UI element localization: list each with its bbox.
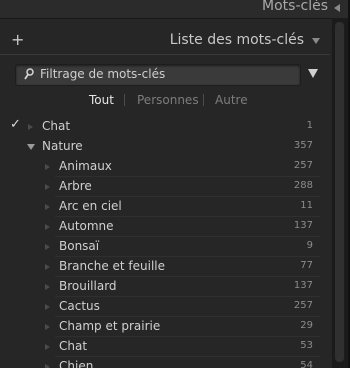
keyword-label: Champ et prairie bbox=[59, 319, 161, 333]
keyword-label: Chien bbox=[59, 359, 94, 368]
disclosure-arrow-icon[interactable] bbox=[45, 224, 50, 230]
keyword-count: 53 bbox=[300, 340, 313, 351]
tab-separator bbox=[203, 94, 204, 106]
keyword-count: 29 bbox=[300, 320, 313, 331]
keyword-label: Automne bbox=[59, 219, 114, 233]
keyword-row[interactable]: Champ et prairie 29 bbox=[0, 317, 330, 337]
keyword-count: 257 bbox=[293, 300, 313, 311]
keyword-label: Chat bbox=[59, 339, 88, 353]
disclosure-arrow-icon[interactable] bbox=[45, 244, 50, 250]
disclosure-arrow-icon[interactable] bbox=[45, 264, 50, 270]
disclosure-arrow-icon bbox=[28, 124, 33, 130]
keyword-count: 137 bbox=[293, 220, 313, 231]
scrollbar-thumb[interactable] bbox=[335, 22, 344, 362]
collapse-triangle-icon[interactable] bbox=[334, 4, 340, 12]
section-title: Liste des mots-clés bbox=[169, 32, 304, 48]
keyword-row[interactable]: Branche et feuille 77 bbox=[0, 257, 330, 277]
keyword-row[interactable]: Cactus 257 bbox=[0, 297, 330, 317]
panel-header-collapsed[interactable]: Mots-clés bbox=[0, 0, 350, 19]
keyword-label: Branche et feuille bbox=[59, 259, 166, 273]
checkmark-icon[interactable]: ✓ bbox=[10, 117, 21, 132]
keyword-count: 11 bbox=[300, 200, 313, 211]
disclosure-arrow-icon[interactable] bbox=[45, 304, 50, 310]
keyword-count: 1 bbox=[306, 120, 313, 131]
add-keyword-icon[interactable]: + bbox=[11, 31, 24, 49]
keyword-count: 9 bbox=[306, 240, 313, 251]
keyword-label: Nature bbox=[42, 139, 83, 153]
keyword-label: Animaux bbox=[59, 159, 112, 173]
keywords-panel: Mots-clés + Liste des mots-clés Tout Per… bbox=[0, 0, 350, 368]
keyword-row[interactable]: Bonsaï 9 bbox=[0, 237, 330, 257]
expand-chevron-icon[interactable] bbox=[312, 38, 320, 44]
keyword-row[interactable]: Chien 54 bbox=[0, 357, 330, 368]
keyword-count: 54 bbox=[300, 360, 313, 368]
keyword-label: Arbre bbox=[59, 179, 92, 193]
keyword-row[interactable]: Animaux 257 bbox=[0, 157, 330, 177]
filter-menu-triangle-icon[interactable] bbox=[308, 69, 318, 78]
keyword-count: 257 bbox=[293, 160, 313, 171]
keyword-tabs: Tout Personnes Autre bbox=[0, 93, 330, 109]
disclosure-arrow-icon[interactable] bbox=[45, 344, 50, 350]
disclosure-arrow-icon[interactable] bbox=[45, 324, 50, 330]
tab-people[interactable]: Personnes bbox=[137, 93, 199, 107]
disclosure-arrow-icon[interactable] bbox=[45, 364, 50, 368]
keyword-list-header[interactable]: + Liste des mots-clés bbox=[0, 28, 330, 55]
scrollbar[interactable] bbox=[332, 18, 348, 368]
tab-all[interactable]: Tout bbox=[89, 93, 114, 107]
keyword-label: Bonsaï bbox=[59, 239, 100, 253]
keyword-label: Chat bbox=[42, 119, 71, 133]
keyword-label: Brouillard bbox=[59, 279, 117, 293]
tab-other[interactable]: Autre bbox=[215, 93, 248, 107]
keyword-row[interactable]: Arbre 288 bbox=[0, 177, 330, 197]
disclosure-arrow-icon[interactable] bbox=[45, 184, 50, 190]
keyword-label: Cactus bbox=[59, 299, 100, 313]
disclosure-arrow-icon[interactable] bbox=[45, 164, 50, 170]
keyword-count: 288 bbox=[293, 180, 313, 191]
panel-title: Mots-clés bbox=[262, 0, 328, 14]
keyword-count: 137 bbox=[293, 280, 313, 291]
keyword-row[interactable]: Chat 53 bbox=[0, 337, 330, 357]
keyword-count: 77 bbox=[300, 260, 313, 271]
keyword-row-nature[interactable]: Nature 357 bbox=[0, 137, 330, 157]
disclosure-arrow-icon[interactable] bbox=[45, 204, 50, 210]
keyword-filter-field[interactable] bbox=[15, 64, 301, 86]
keyword-label: Arc en ciel bbox=[59, 199, 122, 213]
tab-separator bbox=[124, 94, 125, 106]
keyword-row-chat[interactable]: ✓ Chat 1 bbox=[0, 117, 330, 137]
disclosure-arrow-icon[interactable] bbox=[45, 284, 50, 290]
keyword-row[interactable]: Arc en ciel 11 bbox=[0, 197, 330, 217]
keyword-filter-input[interactable] bbox=[40, 66, 290, 82]
search-icon bbox=[24, 68, 34, 80]
keyword-count: 357 bbox=[293, 140, 313, 151]
expanded-arrow-icon[interactable] bbox=[27, 144, 35, 150]
keyword-row[interactable]: Brouillard 137 bbox=[0, 277, 330, 297]
keyword-row[interactable]: Automne 137 bbox=[0, 217, 330, 237]
